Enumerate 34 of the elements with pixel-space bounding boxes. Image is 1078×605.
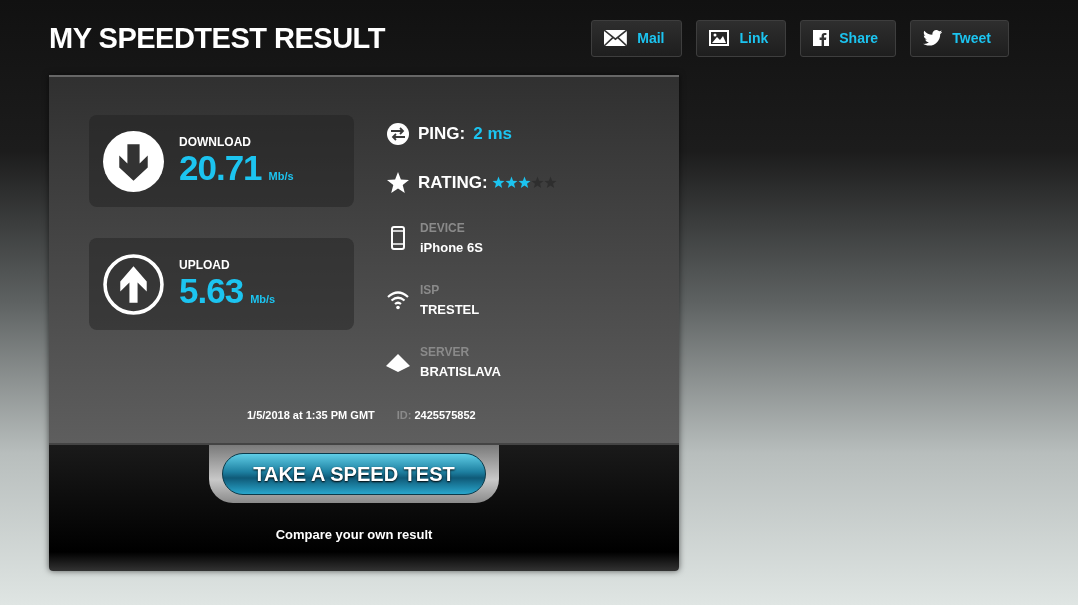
detail-label: DEVICE: [420, 221, 466, 235]
envelope-icon: [604, 30, 628, 46]
share-button[interactable]: Link: [696, 19, 787, 57]
result-id: 2425575852: [414, 409, 476, 421]
facebook-icon: [813, 30, 830, 46]
page-title: MY SPEEDTEST RESULT: [49, 21, 385, 55]
ping-icon: [386, 121, 410, 146]
image-icon: [709, 30, 730, 46]
ping-label: PING:: [418, 123, 466, 144]
wifi-icon: [386, 288, 410, 312]
detail-value: TRESTEL: [420, 302, 480, 317]
star-icon: [386, 170, 410, 195]
speed-unit: Mb/s: [268, 170, 294, 182]
filled-star-icon: [517, 176, 531, 189]
speed-test-button[interactable]: TAKE A SPEED TEST: [222, 453, 486, 495]
share-button[interactable]: Tweet: [910, 19, 1009, 57]
detail-value: iPhone 6S: [420, 240, 483, 255]
share-button[interactable]: Share: [800, 19, 897, 57]
compare-link[interactable]: Compare your own result: [275, 527, 433, 542]
speed-value: 20.71: [179, 149, 262, 187]
share-button[interactable]: Mail: [591, 19, 683, 57]
bird-icon: [923, 30, 943, 46]
ping-value: 2 ms: [473, 123, 512, 144]
detail-label: SERVER: [420, 345, 471, 359]
filled-star-icon: [504, 176, 518, 189]
speed-value: 5.63: [179, 272, 244, 310]
rating-label: RATING:: [418, 172, 488, 193]
speed-unit: Mb/s: [250, 293, 276, 305]
filled-star-icon: [491, 176, 505, 189]
speed-label: UPLOAD: [179, 258, 231, 272]
speed-label: DOWNLOAD: [179, 135, 252, 149]
detail-value: BRATISLAVA: [420, 364, 501, 379]
timestamp: 1/5/2018 at 1:35 PM GMT: [247, 409, 375, 421]
detail-label: ISP: [420, 283, 441, 297]
